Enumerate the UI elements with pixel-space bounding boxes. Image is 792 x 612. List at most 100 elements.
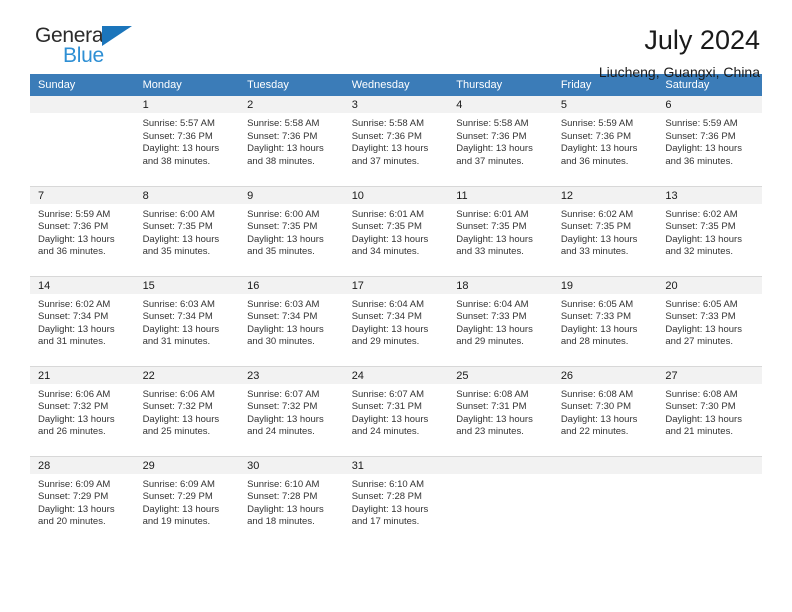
day-details: Sunrise: 5:58 AM Sunset: 7:36 PM Dayligh… <box>448 113 553 168</box>
calendar-day-cell[interactable]: 23 Sunrise: 6:07 AM Sunset: 7:32 PM Dayl… <box>239 365 344 456</box>
calendar-day-cell[interactable] <box>657 455 762 546</box>
daylight-text-line1: Daylight: 13 hours <box>142 323 220 335</box>
daylight-text-line2: and 35 minutes. <box>247 246 315 258</box>
calendar-day-cell[interactable]: 20 Sunrise: 6:05 AM Sunset: 7:33 PM Dayl… <box>657 275 762 366</box>
daylight-text-line2: and 23 minutes. <box>456 426 524 438</box>
calendar-day-cell[interactable]: 21 Sunrise: 6:06 AM Sunset: 7:32 PM Dayl… <box>30 365 135 456</box>
sunrise-text: Sunrise: 6:00 AM <box>142 208 215 220</box>
calendar-day-cell[interactable]: 5 Sunrise: 5:59 AM Sunset: 7:36 PM Dayli… <box>552 96 658 186</box>
daylight-text-line1: Daylight: 13 hours <box>456 413 533 425</box>
day-number: 12 <box>552 186 658 204</box>
sunset-text: Sunset: 7:36 PM <box>38 221 109 233</box>
daylight-text-line2: and 38 minutes. <box>247 155 315 167</box>
day-details: Sunrise: 5:58 AM Sunset: 7:36 PM Dayligh… <box>344 113 449 168</box>
day-details: Sunrise: 6:00 AM Sunset: 7:35 PM Dayligh… <box>135 204 240 259</box>
calendar-day-cell[interactable]: 27 Sunrise: 6:08 AM Sunset: 7:30 PM Dayl… <box>657 365 762 456</box>
daylight-text-line2: and 37 minutes. <box>456 155 524 167</box>
calendar-day-cell[interactable] <box>30 96 135 186</box>
calendar-day-cell[interactable]: 18 Sunrise: 6:04 AM Sunset: 7:33 PM Dayl… <box>448 275 553 366</box>
calendar-day-cell[interactable]: 8 Sunrise: 6:00 AM Sunset: 7:35 PM Dayli… <box>134 185 240 276</box>
calendar-day-cell[interactable]: 31 Sunrise: 6:10 AM Sunset: 7:28 PM Dayl… <box>343 455 449 546</box>
daylight-text-line1: Daylight: 13 hours <box>351 503 429 515</box>
sunrise-text: Sunrise: 6:00 AM <box>247 208 320 220</box>
daylight-text-line1: Daylight: 13 hours <box>142 143 220 155</box>
sunrise-text: Sunrise: 6:01 AM <box>351 208 425 220</box>
calendar-day-cell[interactable]: 4 Sunrise: 5:58 AM Sunset: 7:36 PM Dayli… <box>448 96 553 186</box>
calendar-day-cell[interactable]: 29 Sunrise: 6:09 AM Sunset: 7:29 PM Dayl… <box>134 455 240 546</box>
day-number: 25 <box>448 366 553 384</box>
calendar-day-cell[interactable]: 10 Sunrise: 6:01 AM Sunset: 7:35 PM Dayl… <box>343 185 449 276</box>
daylight-text-line1: Daylight: 13 hours <box>351 143 429 155</box>
calendar-day-cell[interactable]: 25 Sunrise: 6:08 AM Sunset: 7:31 PM Dayl… <box>448 365 553 456</box>
day-number: 30 <box>239 456 344 474</box>
calendar-day-cell[interactable]: 14 Sunrise: 6:02 AM Sunset: 7:34 PM Dayl… <box>30 275 135 366</box>
calendar-day-cell[interactable]: 1 Sunrise: 5:57 AM Sunset: 7:36 PM Dayli… <box>134 96 240 186</box>
sunset-text: Sunset: 7:36 PM <box>665 130 736 142</box>
calendar-day-cell[interactable]: 15 Sunrise: 6:03 AM Sunset: 7:34 PM Dayl… <box>134 275 240 366</box>
daylight-text-line2: and 24 minutes. <box>351 426 420 438</box>
sunset-text: Sunset: 7:34 PM <box>351 311 422 323</box>
day-details: Sunrise: 6:10 AM Sunset: 7:28 PM Dayligh… <box>239 474 344 529</box>
sunrise-text: Sunrise: 6:08 AM <box>456 388 529 400</box>
calendar-day-cell[interactable]: 26 Sunrise: 6:08 AM Sunset: 7:30 PM Dayl… <box>552 365 658 456</box>
day-details: Sunrise: 6:00 AM Sunset: 7:35 PM Dayligh… <box>239 204 344 259</box>
sunrise-text: Sunrise: 6:02 AM <box>38 298 111 310</box>
sunset-text: Sunset: 7:33 PM <box>456 311 527 323</box>
day-number: 2 <box>239 96 344 113</box>
daylight-text-line1: Daylight: 13 hours <box>38 503 115 515</box>
sunset-text: Sunset: 7:35 PM <box>351 221 422 233</box>
calendar-day-cell[interactable]: 17 Sunrise: 6:04 AM Sunset: 7:34 PM Dayl… <box>343 275 449 366</box>
calendar-day-cell[interactable]: 3 Sunrise: 5:58 AM Sunset: 7:36 PM Dayli… <box>343 96 449 186</box>
calendar-day-cell[interactable]: 16 Sunrise: 6:03 AM Sunset: 7:34 PM Dayl… <box>239 275 344 366</box>
day-details: Sunrise: 5:59 AM Sunset: 7:36 PM Dayligh… <box>657 113 762 168</box>
sunrise-text: Sunrise: 6:07 AM <box>247 388 320 400</box>
day-details: Sunrise: 6:10 AM Sunset: 7:28 PM Dayligh… <box>344 474 449 529</box>
sunrise-text: Sunrise: 5:59 AM <box>38 208 111 220</box>
calendar-day-cell[interactable]: 12 Sunrise: 6:02 AM Sunset: 7:35 PM Dayl… <box>552 185 658 276</box>
daylight-text-line1: Daylight: 13 hours <box>665 143 742 155</box>
calendar-day-cell[interactable]: 30 Sunrise: 6:10 AM Sunset: 7:28 PM Dayl… <box>239 455 344 546</box>
calendar-day-cell[interactable]: 19 Sunrise: 6:05 AM Sunset: 7:33 PM Dayl… <box>552 275 658 366</box>
day-details <box>448 474 553 479</box>
logo-text-blue: Blue <box>63 44 104 67</box>
calendar-day-cell[interactable]: 6 Sunrise: 5:59 AM Sunset: 7:36 PM Dayli… <box>657 96 762 186</box>
day-details: Sunrise: 6:07 AM Sunset: 7:32 PM Dayligh… <box>239 384 344 439</box>
calendar-day-cell[interactable]: 28 Sunrise: 6:09 AM Sunset: 7:29 PM Dayl… <box>30 455 135 546</box>
sunrise-text: Sunrise: 6:02 AM <box>560 208 634 220</box>
calendar-table: Sunday Monday Tuesday Wednesday Thursday… <box>30 74 762 546</box>
calendar-day-cell[interactable]: 24 Sunrise: 6:07 AM Sunset: 7:31 PM Dayl… <box>343 365 449 456</box>
calendar-day-cell[interactable]: 11 Sunrise: 6:01 AM Sunset: 7:35 PM Dayl… <box>448 185 553 276</box>
calendar-day-cell[interactable] <box>552 455 658 546</box>
daylight-text-line1: Daylight: 13 hours <box>142 503 220 515</box>
day-details: Sunrise: 5:58 AM Sunset: 7:36 PM Dayligh… <box>239 113 344 168</box>
daylight-text-line2: and 31 minutes. <box>142 336 211 348</box>
day-details: Sunrise: 6:03 AM Sunset: 7:34 PM Dayligh… <box>239 294 344 349</box>
daylight-text-line2: and 19 minutes. <box>142 516 211 528</box>
sunrise-text: Sunrise: 6:05 AM <box>665 298 738 310</box>
calendar-day-cell[interactable]: 22 Sunrise: 6:06 AM Sunset: 7:32 PM Dayl… <box>134 365 240 456</box>
day-details: Sunrise: 6:06 AM Sunset: 7:32 PM Dayligh… <box>30 384 135 439</box>
sunrise-text: Sunrise: 6:04 AM <box>351 298 425 310</box>
sunset-text: Sunset: 7:35 PM <box>456 221 527 233</box>
daylight-text-line1: Daylight: 13 hours <box>351 413 429 425</box>
calendar-day-cell[interactable]: 7 Sunrise: 5:59 AM Sunset: 7:36 PM Dayli… <box>30 185 135 276</box>
daylight-text-line2: and 20 minutes. <box>38 516 106 528</box>
day-details <box>553 474 658 479</box>
calendar-day-cell[interactable]: 2 Sunrise: 5:58 AM Sunset: 7:36 PM Dayli… <box>239 96 344 186</box>
sunset-text: Sunset: 7:34 PM <box>38 311 109 323</box>
sunset-text: Sunset: 7:36 PM <box>142 130 213 142</box>
calendar-day-cell[interactable]: 9 Sunrise: 6:00 AM Sunset: 7:35 PM Dayli… <box>239 185 344 276</box>
sunrise-text: Sunrise: 5:59 AM <box>665 118 738 129</box>
daylight-text-line1: Daylight: 13 hours <box>38 233 115 245</box>
day-number: 3 <box>343 96 449 113</box>
sunset-text: Sunset: 7:28 PM <box>351 491 422 503</box>
calendar-day-cell[interactable] <box>448 455 553 546</box>
sunset-text: Sunset: 7:36 PM <box>560 130 632 142</box>
day-number: 10 <box>343 186 449 204</box>
day-details <box>30 113 135 118</box>
calendar-week-row: 21 Sunrise: 6:06 AM Sunset: 7:32 PM Dayl… <box>30 365 762 456</box>
calendar-day-cell[interactable]: 13 Sunrise: 6:02 AM Sunset: 7:35 PM Dayl… <box>657 185 762 276</box>
daylight-text-line1: Daylight: 13 hours <box>560 233 638 245</box>
sunset-text: Sunset: 7:32 PM <box>38 401 109 413</box>
daylight-text-line1: Daylight: 13 hours <box>247 503 324 515</box>
